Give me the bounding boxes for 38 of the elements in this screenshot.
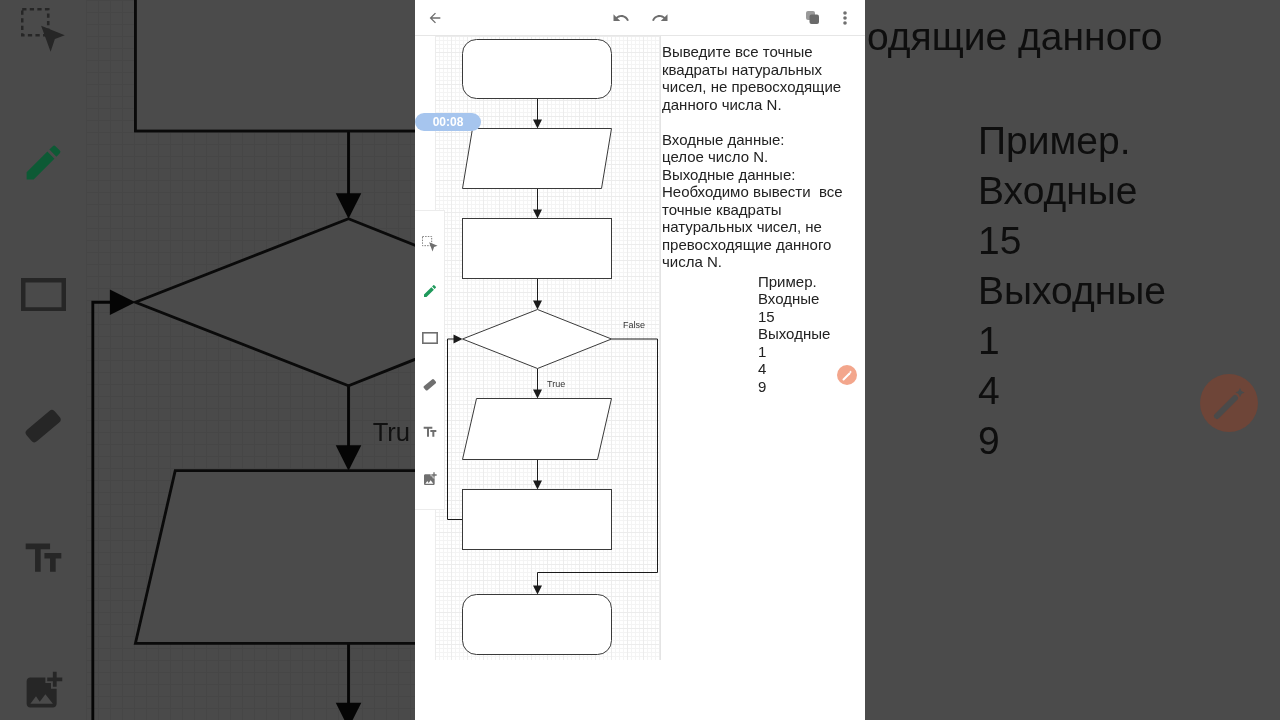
example-line: Выходные [758,325,831,343]
section-text: целое число N. [662,148,770,166]
backdrop-text: 9 [978,418,1000,464]
connector-arrow [533,278,542,310]
backdrop-text: 15 [978,218,1022,264]
timer-badge: 00:08 [415,113,481,131]
copy-icon [805,11,819,24]
statement-text: Выведите все точные квадраты натуральных чисел, не превосходящие данного числа N. [662,43,843,113]
backdrop-text: одящие данного [867,14,1164,60]
rectangle-icon [421,332,438,344]
branch-label: False [623,320,645,330]
section-heading: Выходные данные: [662,165,797,183]
connector-arrow [533,98,542,129]
text-size-icon [421,424,438,440]
example-line: Входные [758,290,820,308]
example-line: 4 [758,360,767,378]
example-line: Пример. [758,272,817,290]
example-line: 1 [758,342,767,360]
selection-icon [421,236,438,252]
section-text: Необходимо вывести все точные квадраты натуральных чисел, не превосходящие данного числа N. [662,183,844,271]
backdrop-text: 4 [978,368,1000,414]
selection-icon [20,8,66,53]
magic-wand-icon [1200,374,1258,432]
backdrop-text: Входные [978,168,1138,214]
example-line: 15 [758,307,775,325]
more-icon [843,10,847,25]
magic-wand-icon [841,369,853,381]
rectangle-icon [20,277,66,312]
branch-label: True [547,379,566,389]
backdrop-text: 1 [978,318,1000,364]
pencil-icon [421,283,438,299]
add-image-icon [421,471,438,487]
backdrop-text: Выходные [978,268,1166,314]
backdrop-text: Пример. [978,118,1131,164]
connector-arrow [533,188,542,219]
section-heading: Входные данные: [662,130,786,148]
example-line: 9 [758,377,767,395]
branch-label: Tru [372,418,411,446]
